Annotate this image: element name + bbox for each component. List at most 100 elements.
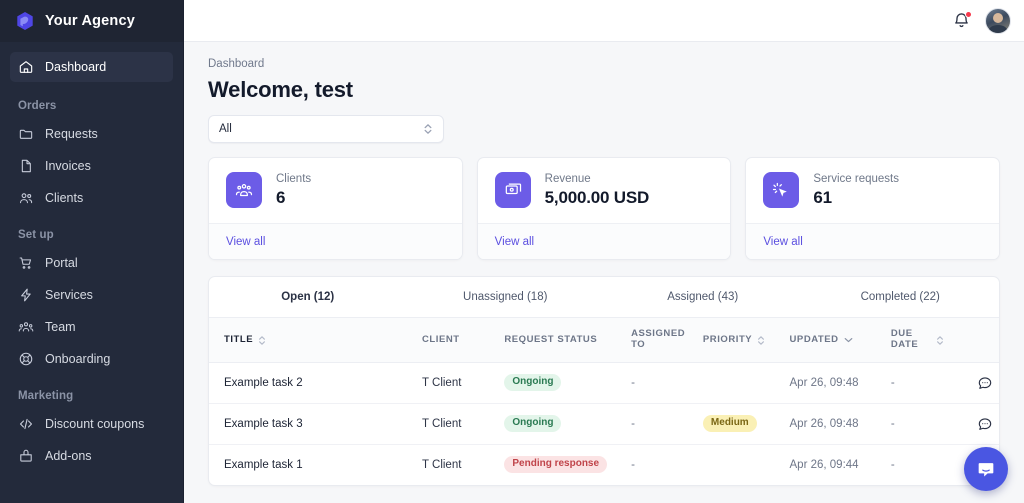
col-title-label: TITLE — [224, 333, 254, 345]
chat-icon[interactable] — [956, 375, 993, 391]
tab-completed[interactable]: Completed (22) — [802, 277, 1000, 317]
hexagon-logo-icon — [14, 10, 36, 32]
cell-request-status: Pending response — [498, 444, 625, 485]
priority-badge: Medium — [702, 415, 757, 432]
col-assigned-to[interactable]: ASSIGNED TO — [625, 318, 697, 363]
breadcrumb[interactable]: Dashboard — [208, 42, 1000, 70]
table-row[interactable]: Example task 2 T Client Ongoing - Apr 26… — [209, 362, 999, 404]
sidebar-item-label: Team — [45, 320, 76, 334]
sort-updown-icon — [258, 335, 266, 346]
tab-unassigned[interactable]: Unassigned (18) — [407, 277, 605, 317]
sidebar-item-team[interactable]: Team — [10, 312, 173, 342]
view-all-link[interactable]: View all — [226, 236, 265, 248]
notifications-button[interactable] — [952, 11, 972, 30]
status-badge: Ongoing — [504, 374, 562, 391]
cell-updated: Apr 26, 09:48 — [783, 403, 885, 445]
sidebar-item-label: Requests — [45, 127, 98, 141]
money-icon — [494, 172, 531, 208]
sort-updown-icon — [936, 335, 944, 346]
code-icon — [18, 416, 34, 432]
card-text: Revenue 5,000.00 USD — [544, 172, 650, 208]
tab-assigned[interactable]: Assigned (43) — [604, 277, 802, 317]
sidebar-item-portal[interactable]: Portal — [10, 248, 173, 278]
chevron-updown-icon — [423, 122, 433, 136]
sidebar-item-label: Services — [45, 288, 93, 302]
view-all-link[interactable]: View all — [495, 236, 534, 248]
sidebar-item-dashboard[interactable]: Dashboard — [10, 52, 173, 82]
chat-icon[interactable] — [956, 416, 993, 432]
table-header-row: TITLE CLIENT REQUEST STATUS ASSIGNED TO … — [209, 318, 999, 363]
card-footer: View all — [746, 223, 1000, 259]
cell-request-status: Ongoing — [498, 362, 626, 404]
cell-due-date: - — [890, 458, 895, 471]
cell-assigned-to: - — [625, 362, 697, 404]
card-label: Revenue — [544, 172, 591, 185]
topbar — [184, 0, 1024, 42]
card-label: Clients — [276, 172, 312, 185]
intercom-launcher-button[interactable] — [964, 447, 1008, 491]
stat-cards: Clients 6 View all Revenue 5,000.00 USD … — [208, 157, 1001, 260]
card-value: 6 — [276, 187, 286, 207]
sidebar-nav: Dashboard Orders Requests Invoices Clien… — [0, 42, 183, 503]
card-footer: View all — [209, 223, 462, 259]
card-value: 61 — [813, 187, 832, 207]
requests-panel: Open (12) Unassigned (18) Assigned (43) … — [208, 276, 1000, 486]
col-priority-label: PRIORITY — [702, 333, 753, 345]
users-icon — [18, 190, 34, 206]
col-title[interactable]: TITLE — [209, 318, 416, 363]
table-row[interactable]: Example task 3 T Client Ongoing - Medium… — [209, 403, 999, 445]
chevron-down-icon — [844, 337, 853, 343]
sidebar-item-clients[interactable]: Clients — [10, 183, 173, 213]
clients-icon — [226, 172, 262, 208]
table-row[interactable]: Example task 1 T Client Pending response… — [209, 444, 999, 485]
cell-title: Example task 1 — [224, 458, 303, 471]
table-head: TITLE CLIENT REQUEST STATUS ASSIGNED TO … — [209, 318, 999, 363]
sidebar-item-services[interactable]: Services — [10, 280, 173, 310]
lifebuoy-icon — [18, 351, 34, 367]
sidebar-item-requests[interactable]: Requests — [10, 119, 173, 149]
sidebar-item-onboarding[interactable]: Onboarding — [10, 344, 173, 374]
cell-updated: Apr 26, 09:48 — [783, 362, 885, 404]
cell-client: T Client — [416, 403, 499, 445]
cell-assigned-to: - — [631, 458, 635, 471]
folder-icon — [18, 126, 34, 142]
sidebar-item-label: Portal — [45, 256, 78, 270]
cell-request-status: Ongoing — [498, 403, 626, 445]
status-badge: Ongoing — [504, 415, 562, 432]
cell-due-date: - — [884, 362, 951, 404]
cell-priority — [697, 444, 784, 485]
notification-badge-dot — [965, 11, 972, 18]
sidebar-item-label: Discount coupons — [45, 417, 145, 431]
col-request-status-label: REQUEST STATUS — [504, 333, 598, 345]
sidebar-item-invoices[interactable]: Invoices — [10, 151, 173, 181]
sidebar-item-add-ons[interactable]: Add-ons — [10, 441, 173, 471]
sort-updown-icon — [757, 335, 765, 346]
avatar[interactable] — [985, 7, 1011, 34]
col-due-date-label: DUE DATE — [890, 328, 919, 351]
cart-icon — [18, 255, 34, 271]
sidebar-item-label: Add-ons — [45, 449, 92, 463]
card-label: Service requests — [813, 172, 899, 185]
cell-client: T Client — [422, 458, 462, 471]
cell-actions — [950, 403, 999, 445]
document-icon — [18, 158, 34, 174]
cell-title: Example task 2 — [209, 362, 416, 404]
card-body: Clients 6 — [209, 158, 462, 223]
col-updated[interactable]: UPDATED — [783, 318, 885, 363]
messenger-icon — [975, 458, 997, 480]
col-request-status[interactable]: REQUEST STATUS — [498, 318, 626, 363]
cell-due-date: - — [884, 403, 951, 445]
card-body: Service requests 61 — [746, 158, 999, 223]
cell-updated: Apr 26, 09:44 — [789, 458, 859, 471]
col-client-label: CLIENT — [422, 333, 460, 345]
page-content: Dashboard Welcome, test All Clients 6 Vi… — [184, 42, 1024, 503]
sidebar-item-discount-coupons[interactable]: Discount coupons — [10, 409, 173, 439]
tab-open[interactable]: Open (12) — [209, 277, 407, 317]
view-all-link[interactable]: View all — [763, 236, 802, 248]
brand[interactable]: Your Agency — [0, 0, 183, 42]
client-filter-select[interactable]: All — [208, 115, 444, 143]
col-client[interactable]: CLIENT — [416, 318, 499, 363]
col-priority[interactable]: PRIORITY — [696, 318, 784, 363]
col-due-date[interactable]: DUE DATE — [884, 318, 951, 363]
sidebar-section-setup: Set up — [18, 229, 54, 241]
